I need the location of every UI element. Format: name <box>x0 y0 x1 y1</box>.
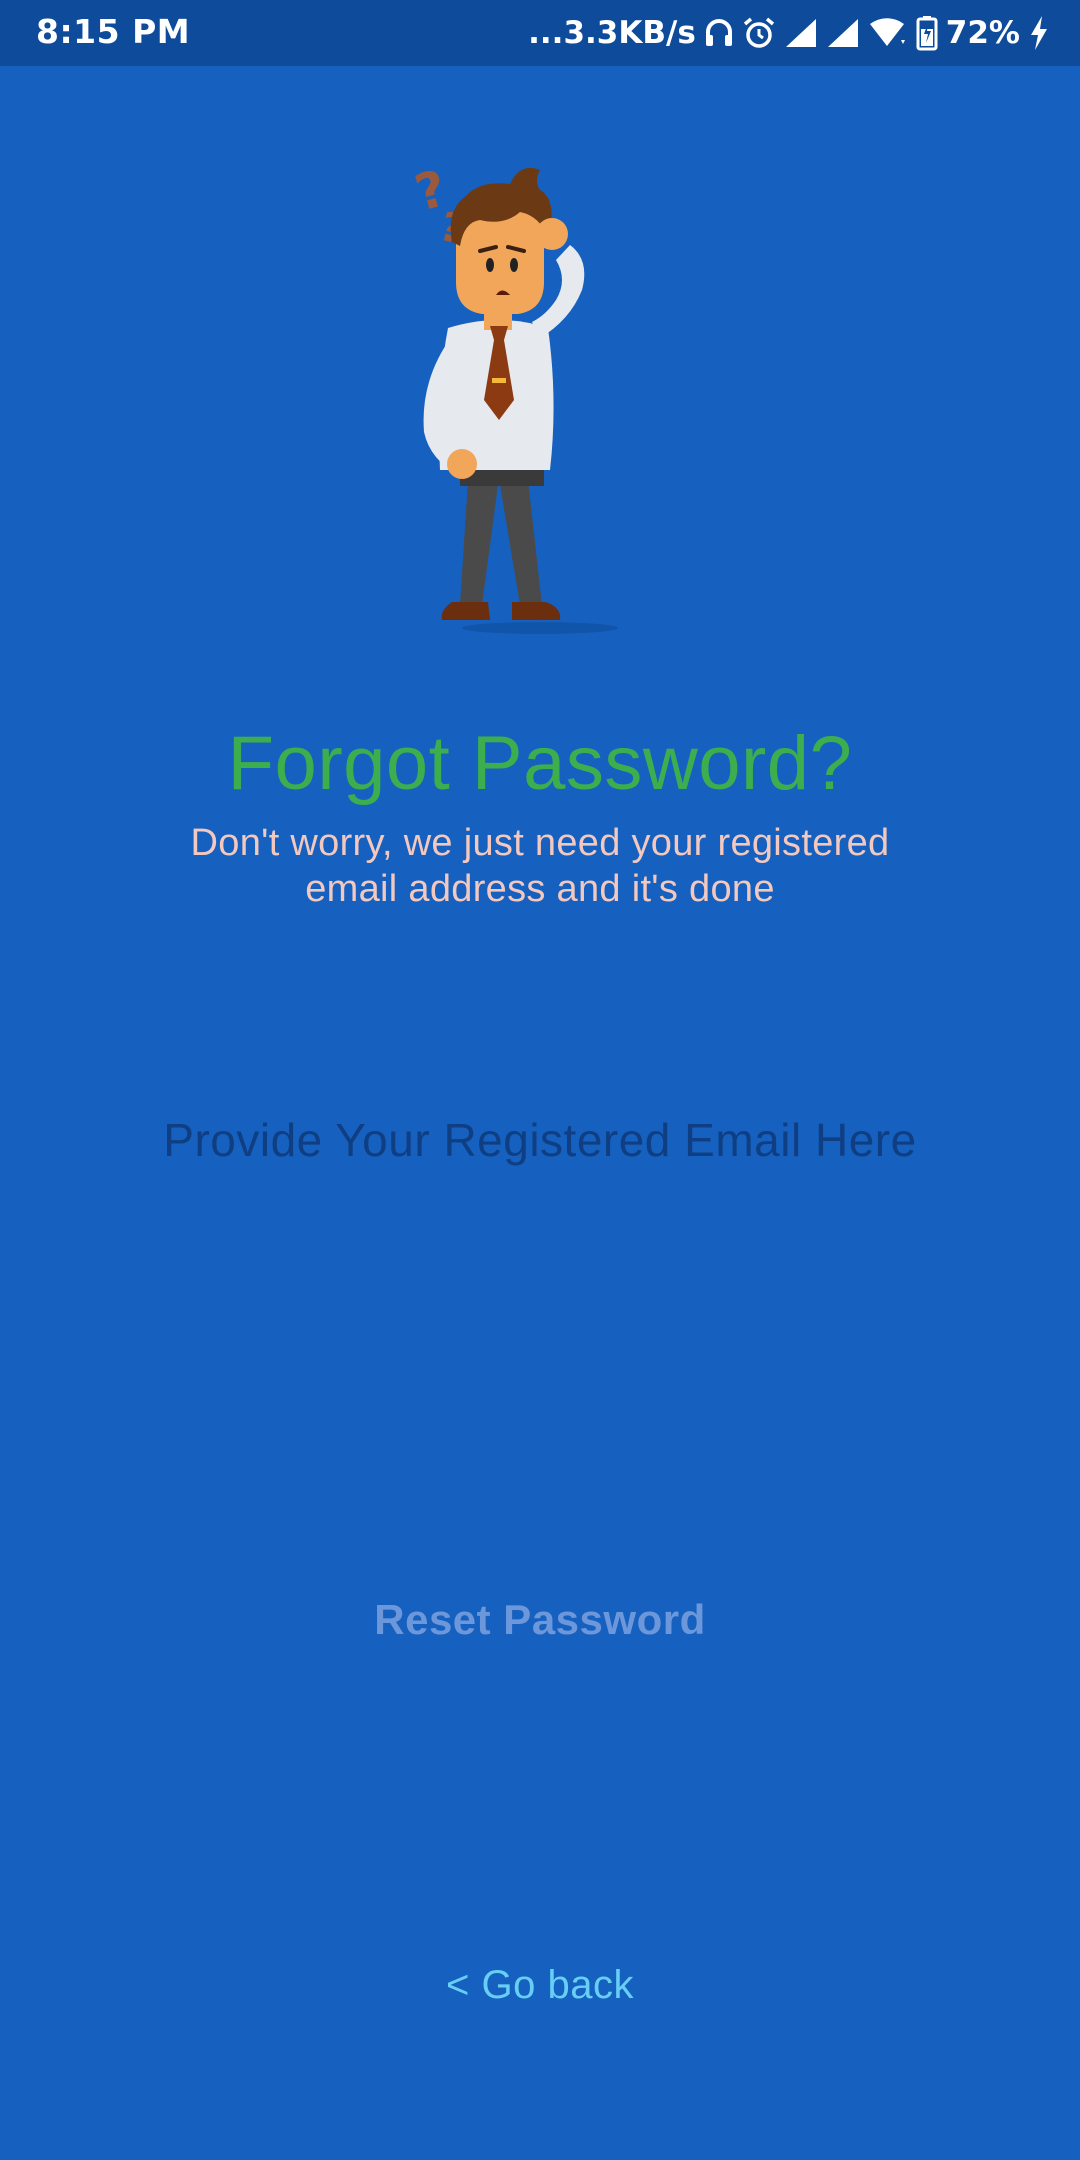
status-icons: ...3.3KB/s 72% <box>528 8 1050 58</box>
confused-man-illustration: ? ? <box>400 150 680 640</box>
headphones-icon <box>704 17 734 49</box>
signal-icon <box>784 17 818 49</box>
alarm-icon <box>742 16 776 50</box>
status-time: 8:15 PM <box>36 12 191 51</box>
page-title: Forgot Password? <box>227 721 853 806</box>
signal-icon <box>826 17 860 49</box>
reset-password-button[interactable]: Reset Password <box>290 1580 790 1660</box>
network-speed: ...3.3KB/s <box>528 15 696 51</box>
battery-icon <box>916 15 938 51</box>
email-field[interactable] <box>90 1095 990 1185</box>
go-back-link[interactable]: < Go back <box>340 1955 740 2015</box>
page-subtitle: Don't worry, we just need your registere… <box>190 822 890 910</box>
battery-percent: 72% <box>945 15 1020 51</box>
status-bar: 8:15 PM ...3.3KB/s 72% <box>0 0 1080 66</box>
charging-icon <box>1028 15 1050 51</box>
wifi-icon <box>868 16 908 50</box>
